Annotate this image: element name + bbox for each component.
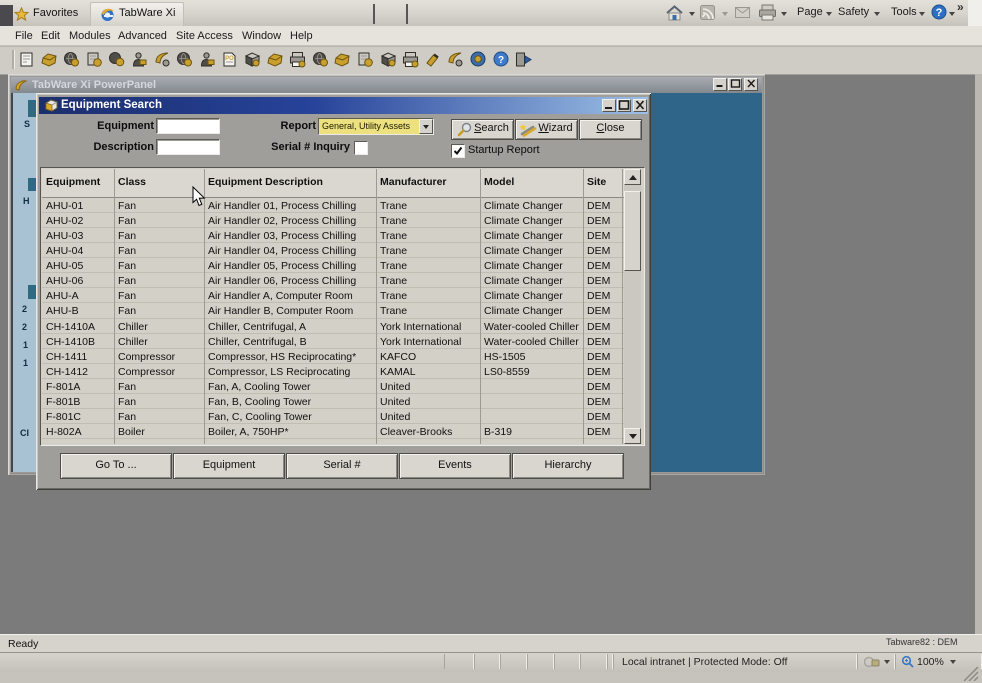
svg-text:?: ? bbox=[498, 55, 504, 66]
svg-text:PO: PO bbox=[226, 56, 235, 62]
svg-text:?: ? bbox=[936, 7, 943, 19]
